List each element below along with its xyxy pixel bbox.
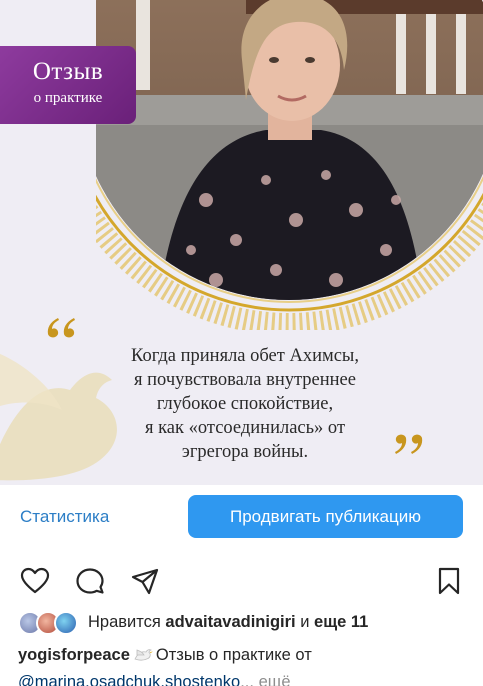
heart-icon[interactable] [20,566,50,596]
likes-row[interactable]: Нравится advaitavadinigiri и еще 11 [18,610,478,636]
quote-open-icon [47,318,75,338]
statistics-link[interactable]: Статистика [20,507,109,527]
likes-others[interactable]: еще 11 [314,613,368,631]
liker-avatars [18,611,80,635]
comment-icon[interactable] [75,566,105,596]
review-badge: Отзыв о практике [0,46,136,124]
dove-emoji-icon [134,645,154,670]
avatar [54,611,78,635]
likes-joiner: и [300,613,310,631]
caption-username[interactable]: yogisforpeace [18,646,130,664]
liker-username[interactable]: advaitavadinigiri [165,613,295,631]
likes-prefix: Нравится [88,613,161,631]
caption-more-button[interactable]: ещё [259,673,291,686]
bookmark-icon[interactable] [434,566,464,596]
quote-line: глубокое спокойствие, [156,394,334,414]
post-icon-bar [0,560,483,600]
post-action-row: Статистика Продвигать публикацию [0,485,483,549]
quote-line: я как «отсоединилась» от [144,418,346,438]
badge-subtitle: о практике [33,90,103,106]
post-caption: yogisforpeace Отзыв о практике от @marina… [18,643,478,686]
quote-line: Когда приняла обет Ахимсы, [131,346,359,366]
share-icon[interactable] [130,566,160,596]
caption-text: Отзыв о практике от [155,646,312,664]
badge-title: Отзыв [32,58,104,85]
testimonial-photo [96,0,483,330]
post-image[interactable]: Отзыв о практике Когда приняла обет Ахим… [0,0,483,485]
caption-ellipsis: ... [240,673,254,686]
promote-post-button[interactable]: Продвигать публикацию [188,495,463,538]
quote-line: эгрегора войны. [181,442,309,462]
quote-line: я почувствовала внутреннее [134,370,356,390]
likes-text: Нравится advaitavadinigiri и еще 11 [88,613,368,632]
caption-mention[interactable]: @marina.osadchuk.shostenko [18,673,240,686]
testimonial-quote: Когда приняла обет Ахимсы, я почувствова… [70,344,420,464]
